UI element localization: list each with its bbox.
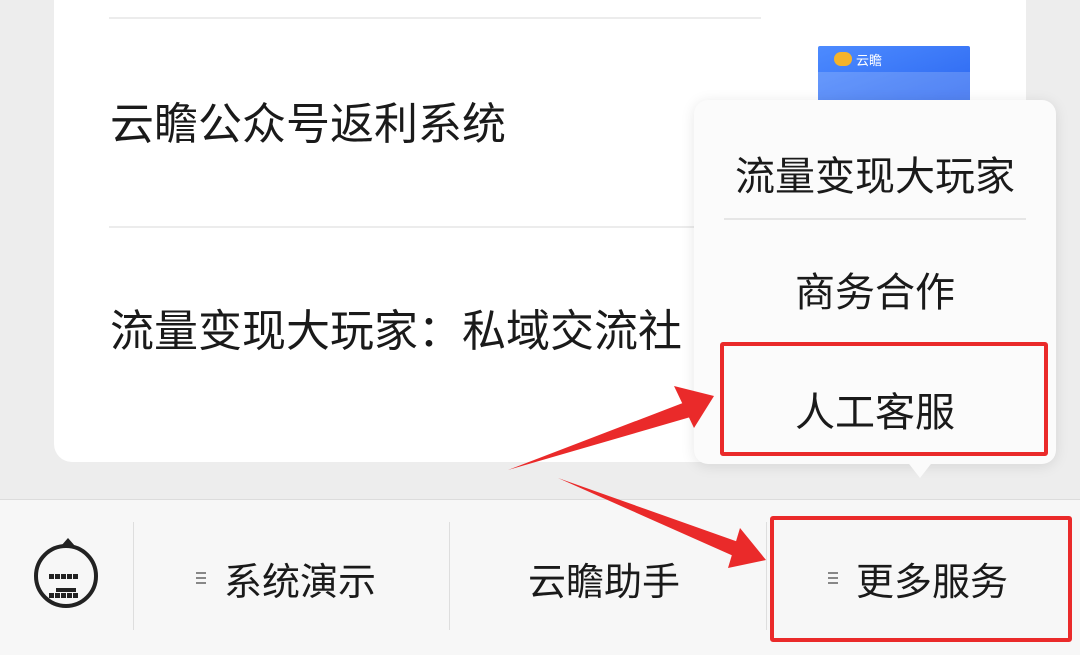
arrow-shaft-to-customer-service: [508, 401, 694, 470]
annotation-arrows: [508, 386, 766, 568]
arrow-shaft-to-more-services: [558, 478, 744, 558]
